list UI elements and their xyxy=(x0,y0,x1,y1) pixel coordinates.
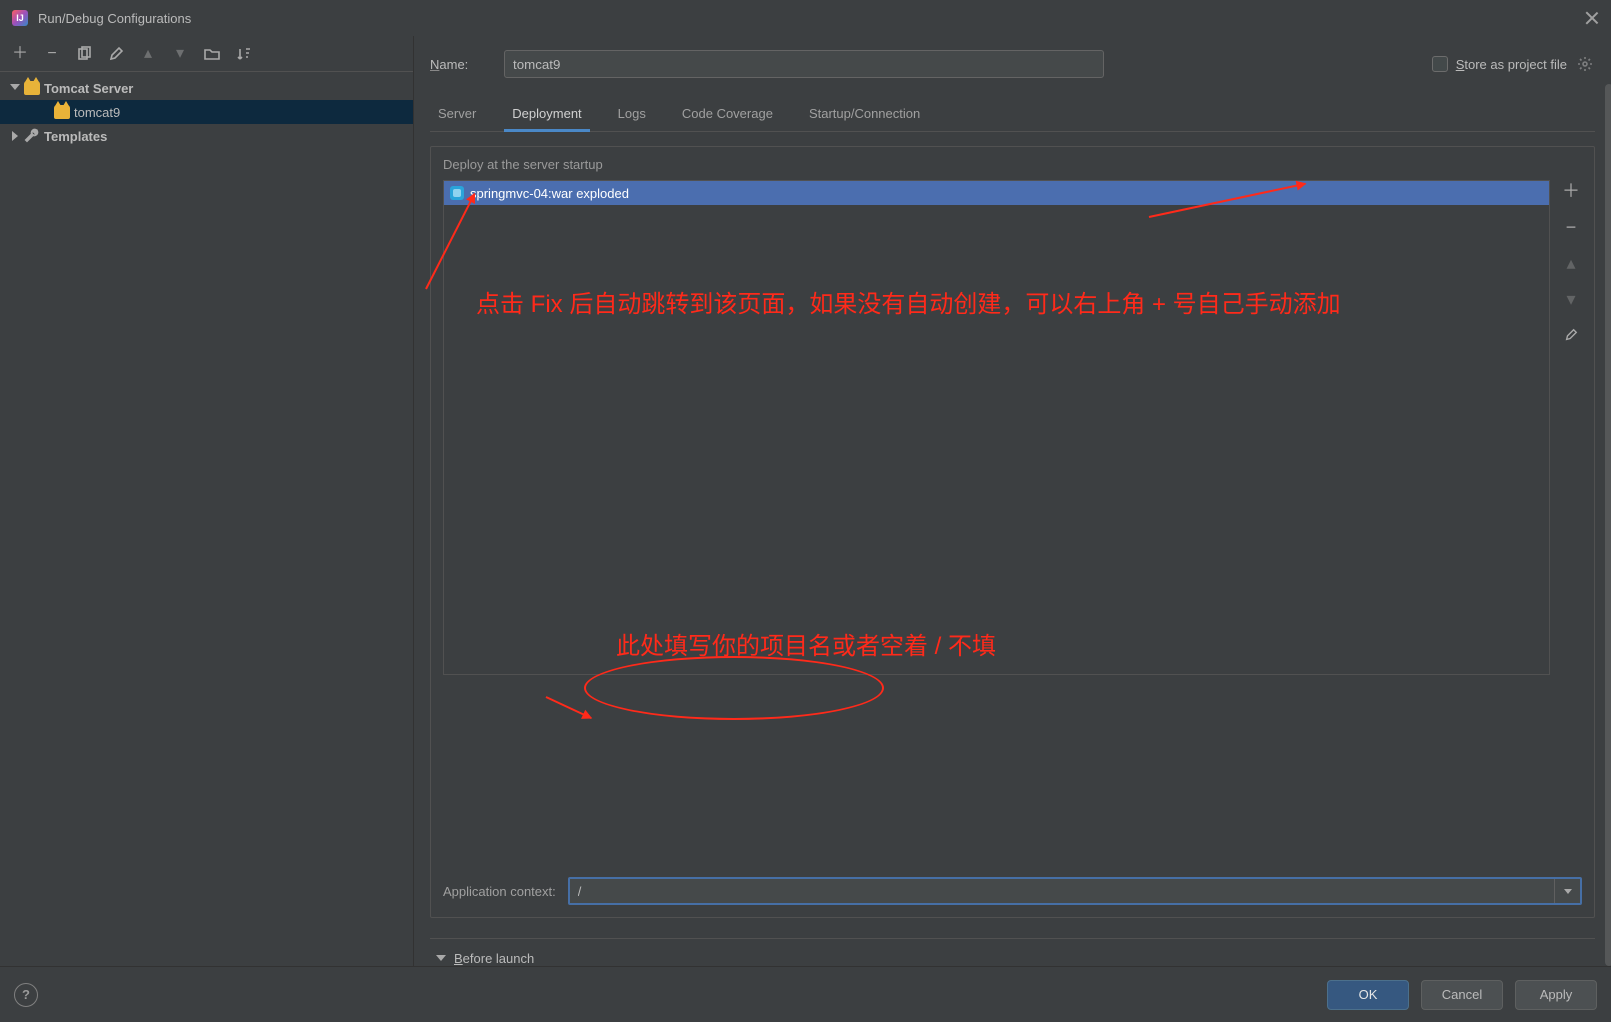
artifact-row[interactable]: springmvc-04:war exploded xyxy=(444,181,1549,205)
tab-server[interactable]: Server xyxy=(434,98,480,131)
store-as-file-label: Store as project file xyxy=(1456,57,1567,72)
before-launch-section[interactable]: Before launch xyxy=(430,938,1595,966)
folder-icon[interactable] xyxy=(202,44,222,64)
app-context-input[interactable] xyxy=(570,884,1554,899)
app-context-label: Application context: xyxy=(443,884,556,899)
intellij-icon xyxy=(12,10,28,26)
tabs: Server Deployment Logs Code Coverage Sta… xyxy=(430,98,1595,132)
titlebar: Run/Debug Configurations xyxy=(0,0,1611,36)
close-icon[interactable] xyxy=(1585,11,1599,25)
artifact-up-icon: ▴ xyxy=(1562,254,1580,272)
move-down-icon: ▾ xyxy=(170,44,190,64)
scrollbar[interactable] xyxy=(1605,84,1611,966)
deploy-list-wrap: springmvc-04:war exploded ＋ − ▴ ▾ xyxy=(443,180,1582,859)
move-up-icon: ▴ xyxy=(138,44,158,64)
window-title: Run/Debug Configurations xyxy=(38,11,1585,26)
add-config-icon[interactable]: ＋ xyxy=(10,44,30,64)
tree-group-label: Tomcat Server xyxy=(44,81,133,96)
dialog-footer: ? OK Cancel Apply xyxy=(0,966,1611,1022)
dropdown-icon[interactable] xyxy=(1554,879,1580,903)
tree-item-tomcat9[interactable]: tomcat9 xyxy=(0,100,413,124)
store-as-file-checkbox[interactable] xyxy=(1432,56,1448,72)
config-name-input[interactable] xyxy=(504,50,1104,78)
tab-code-coverage[interactable]: Code Coverage xyxy=(678,98,777,131)
store-as-file[interactable]: Store as project file xyxy=(1432,54,1595,74)
artifact-label: springmvc-04:war exploded xyxy=(470,186,629,201)
expand-icon[interactable] xyxy=(434,953,446,965)
artifact-icon xyxy=(450,186,464,200)
help-button[interactable]: ? xyxy=(14,983,38,1007)
ok-button[interactable]: OK xyxy=(1327,980,1409,1010)
sort-icon[interactable] xyxy=(234,44,254,64)
edit-artifact-icon[interactable] xyxy=(1562,326,1580,344)
name-label: Name: xyxy=(430,57,488,72)
expand-icon[interactable] xyxy=(8,82,20,94)
cancel-button[interactable]: Cancel xyxy=(1421,980,1503,1010)
artifact-down-icon: ▾ xyxy=(1562,290,1580,308)
right-pane: Name: Store as project file Server Deplo… xyxy=(414,36,1611,966)
tab-deployment[interactable]: Deployment xyxy=(508,98,585,131)
tree-toolbar: ＋ − ▴ ▾ xyxy=(0,36,413,72)
tree-group-templates[interactable]: Templates xyxy=(0,124,413,148)
tomcat-icon xyxy=(24,81,40,95)
tree-item-label: tomcat9 xyxy=(74,105,120,120)
deploy-list[interactable]: springmvc-04:war exploded xyxy=(443,180,1550,675)
tab-logs[interactable]: Logs xyxy=(614,98,650,131)
tomcat-icon xyxy=(54,105,70,119)
apply-button[interactable]: Apply xyxy=(1515,980,1597,1010)
edit-config-icon[interactable] xyxy=(106,44,126,64)
remove-config-icon[interactable]: − xyxy=(42,44,62,64)
add-artifact-icon[interactable]: ＋ xyxy=(1562,182,1580,200)
app-context-combo[interactable] xyxy=(568,877,1582,905)
expand-icon[interactable] xyxy=(8,130,20,142)
wrench-icon xyxy=(24,128,40,144)
deploy-section-label: Deploy at the server startup xyxy=(443,157,1582,172)
before-launch-label: Before launch xyxy=(454,951,534,966)
tab-startup-connection[interactable]: Startup/Connection xyxy=(805,98,924,131)
app-context-row: Application context: xyxy=(443,877,1582,905)
left-pane: ＋ − ▴ ▾ Tomcat Server xyxy=(0,36,414,966)
deploy-section: Deploy at the server startup springmvc-0… xyxy=(430,146,1595,918)
name-row: Name: Store as project file xyxy=(430,44,1595,84)
remove-artifact-icon[interactable]: − xyxy=(1562,218,1580,236)
deploy-side-toolbar: ＋ − ▴ ▾ xyxy=(1560,180,1582,859)
tree-templates-label: Templates xyxy=(44,129,107,144)
copy-config-icon[interactable] xyxy=(74,44,94,64)
body: ＋ − ▴ ▾ Tomcat Server xyxy=(0,36,1611,966)
tree-group-tomcat[interactable]: Tomcat Server xyxy=(0,76,413,100)
config-tree: Tomcat Server tomcat9 Templates xyxy=(0,72,413,966)
gear-icon[interactable] xyxy=(1575,54,1595,74)
